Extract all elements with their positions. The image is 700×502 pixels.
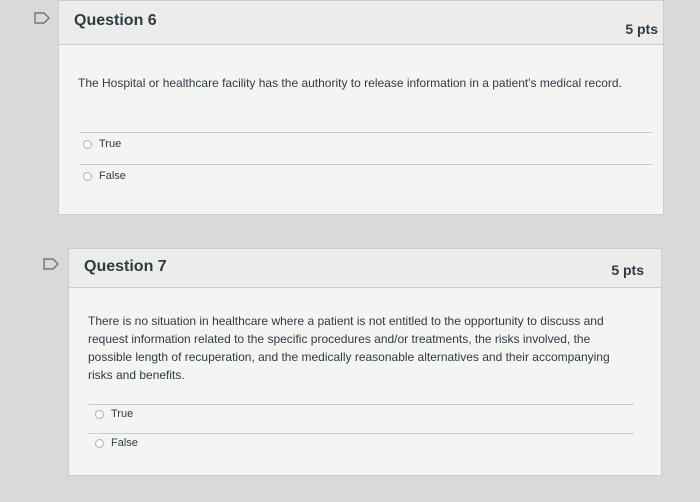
answer-option-true[interactable]: True — [83, 129, 643, 159]
answer-option-false[interactable]: False — [95, 428, 635, 458]
question-6-text: The Hospital or healthcare facility has … — [78, 76, 622, 90]
question-6-title: Question 6 — [74, 12, 157, 29]
answer-option-true[interactable]: True — [95, 399, 635, 429]
flag-question-icon[interactable] — [43, 258, 59, 270]
question-6-points: 5 pts — [625, 21, 658, 37]
question-7-text: There is no situation in healthcare wher… — [88, 314, 610, 382]
question-7-title: Question 7 — [84, 258, 167, 275]
answer-label: True — [99, 138, 122, 150]
radio-button[interactable] — [83, 139, 92, 149]
question-6-header: Question 6 5 pts — [59, 1, 663, 45]
question-7-header: Question 7 5 pts — [69, 249, 661, 288]
question-7-points: 5 pts — [611, 262, 644, 278]
answer-label: False — [99, 170, 126, 182]
question-7-card: Question 7 5 pts There is no situation i… — [68, 248, 662, 476]
radio-button[interactable] — [95, 438, 104, 448]
flag-question-icon[interactable] — [34, 12, 50, 24]
answer-label: True — [111, 408, 134, 420]
radio-button[interactable] — [83, 171, 92, 181]
radio-button[interactable] — [95, 409, 104, 419]
answer-label: False — [111, 437, 138, 449]
question-6-card: Question 6 5 pts The Hospital or healthc… — [58, 0, 664, 215]
answer-option-false[interactable]: False — [83, 161, 643, 191]
